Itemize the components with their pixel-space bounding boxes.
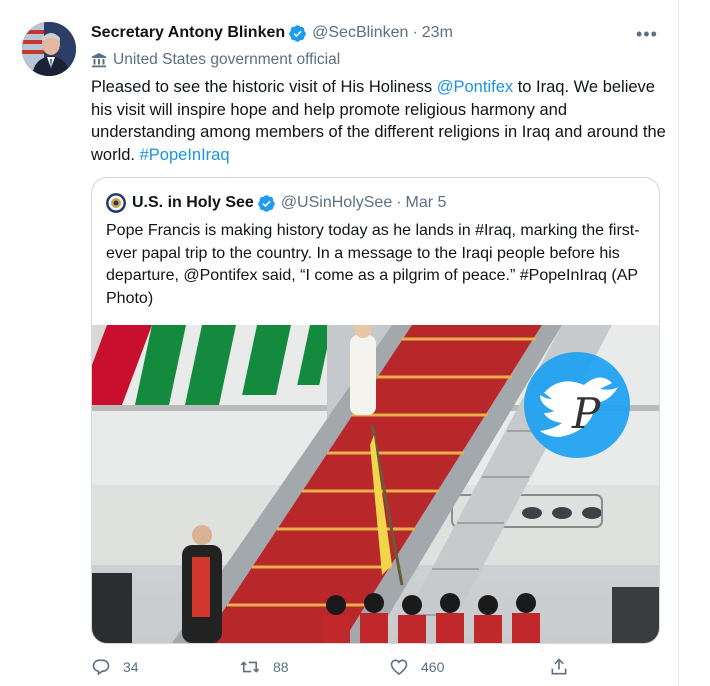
tweet-actions: 34 88 460 [91, 655, 581, 679]
timeline-border [678, 0, 679, 686]
reply-button[interactable]: 34 [91, 655, 139, 679]
quoted-tweet[interactable]: U.S. in Holy See @USinHolySee · Mar 5 Po… [91, 177, 660, 644]
author-handle[interactable]: @SecBlinken [312, 24, 408, 42]
like-button[interactable]: 460 [389, 655, 444, 679]
quoted-author-handle[interactable]: @USinHolySee [281, 194, 392, 212]
retweet-button[interactable]: 88 [239, 655, 289, 679]
tweet-text-part-1: Pleased to see the historic visit of His… [91, 78, 437, 96]
government-label-text: United States government official [113, 51, 341, 68]
tweet-header: Secretary Antony Blinken @SecBlinken · 2… [91, 22, 453, 44]
quoted-tweet-header: U.S. in Holy See @USinHolySee · Mar 5 [106, 192, 446, 214]
tweet[interactable]: Secretary Antony Blinken @SecBlinken · 2… [0, 0, 678, 686]
government-building-icon [92, 53, 106, 68]
share-icon [551, 658, 567, 675]
retweet-count: 88 [273, 659, 289, 675]
author-avatar[interactable] [22, 22, 76, 76]
quoted-tweet-date[interactable]: Mar 5 [406, 194, 447, 212]
more-icon[interactable]: ••• [636, 24, 662, 44]
reply-icon [92, 659, 110, 676]
quoted-author-name[interactable]: U.S. in Holy See [132, 194, 254, 212]
like-icon [390, 659, 408, 676]
quoted-tweet-text: Pope Francis is making history today as … [106, 222, 640, 307]
separator-dot: · [412, 24, 418, 41]
separator-dot: · [396, 194, 402, 211]
hashtag-link[interactable]: #PopeInIraq [140, 146, 230, 164]
retweet-icon [240, 661, 260, 673]
quoted-tweet-photo[interactable]: P [92, 325, 659, 643]
author-name[interactable]: Secretary Antony Blinken [91, 24, 285, 42]
verified-badge-icon [288, 24, 307, 43]
like-count: 460 [421, 659, 445, 675]
verified-badge-icon [257, 194, 276, 213]
tweet-text: Pleased to see the historic visit of His… [91, 76, 666, 166]
watermark-letter: P [571, 389, 601, 438]
tweet-time[interactable]: 23m [422, 24, 453, 42]
mention-link[interactable]: @Pontifex [437, 78, 513, 96]
share-button[interactable] [549, 655, 581, 679]
government-label: United States government official [91, 50, 340, 70]
reply-count: 34 [123, 659, 139, 675]
quoted-author-avatar[interactable] [106, 193, 126, 213]
